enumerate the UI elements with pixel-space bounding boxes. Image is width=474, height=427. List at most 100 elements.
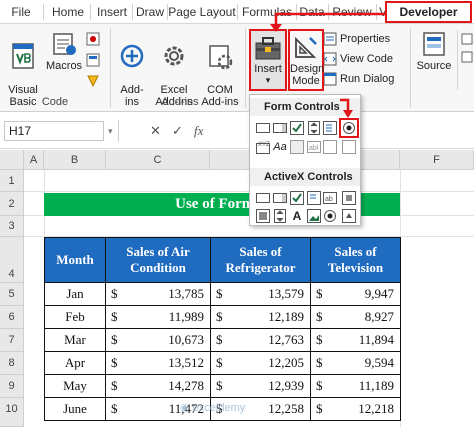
table-cell[interactable]: $10,673 [105,329,211,352]
column-header-c[interactable]: C [106,150,210,170]
table-cell[interactable]: $12,763 [210,329,311,352]
tab-developer[interactable]: Developer [385,1,472,23]
table-cell[interactable]: Jan [44,283,106,306]
row-header-4[interactable]: 4 [0,237,24,283]
sales-value: 8,927 [364,309,394,324]
fx-icon[interactable]: fx [194,123,203,139]
tab-page-layout[interactable]: Page Layout [168,0,236,24]
table-cell[interactable]: Feb [44,306,106,329]
form-spin-button-icon[interactable] [306,120,322,136]
currency-symbol: $ [316,309,323,324]
row-header-10[interactable]: 10 [0,398,24,427]
row-header-5[interactable]: 5 [0,283,24,306]
form-combo-list-icon[interactable] [322,139,338,155]
chevron-down-icon[interactable]: ▾ [108,126,113,137]
currency-symbol: $ [111,355,118,370]
run-dialog-button[interactable]: Run Dialog [323,70,394,88]
tab-file[interactable]: File [4,0,38,24]
enter-icon[interactable]: ✓ [172,123,183,139]
currency-symbol: $ [316,355,323,370]
source-button[interactable]: Source [414,30,454,72]
sales-value: 11,989 [168,309,204,324]
tab-home[interactable]: Home [48,0,88,24]
design-mode-icon [295,36,317,58]
activex-label-icon[interactable]: A [289,208,305,224]
sales-value: 9,947 [364,286,394,301]
form-scroll-bar-icon[interactable] [289,139,305,155]
table-cell[interactable]: $14,278 [105,375,211,398]
form-checkbox-icon[interactable] [289,120,305,136]
row-header-6[interactable]: 6 [0,306,24,329]
column-header-f[interactable]: F [400,150,474,170]
run-dialog-icon [323,72,337,86]
activex-toggle-button-icon[interactable] [255,208,271,224]
table-cell[interactable]: $12,939 [210,375,311,398]
insert-controls-button[interactable]: Insert ▾ [249,29,287,91]
table-cell[interactable]: $13,785 [105,283,211,306]
table-cell[interactable]: Mar [44,329,106,352]
svg-text:ab: ab [325,196,333,203]
sales-value: 11,894 [358,332,394,347]
table-cell[interactable]: $12,189 [210,306,311,329]
activex-checkbox-icon[interactable] [289,190,305,206]
cancel-icon[interactable]: ✕ [150,123,161,139]
form-group-box-icon[interactable]: XYZ [255,139,271,155]
name-box[interactable]: H17 [4,121,104,141]
table-cell[interactable]: $9,947 [310,283,401,306]
currency-symbol: $ [111,286,118,301]
currency-symbol: $ [216,355,223,370]
form-option-button-icon[interactable] [341,120,357,136]
red-arrow-annotation [270,12,386,32]
form-button-icon[interactable] [255,120,271,136]
row-header-9[interactable]: 9 [0,375,24,398]
table-cell[interactable]: $8,927 [310,306,401,329]
table-cell[interactable]: $12,205 [210,352,311,375]
map-properties-icon[interactable] [458,30,474,70]
row-header-2[interactable]: 2 [0,192,24,216]
activex-list-box-icon[interactable] [306,190,322,206]
table-cell[interactable]: $11,989 [105,306,211,329]
form-combo-dropdown-icon[interactable] [341,139,357,155]
form-combo-box-icon[interactable] [272,120,288,136]
form-list-box-icon[interactable] [322,120,338,136]
row-header-1[interactable]: 1 [0,170,24,192]
activex-combo-box-icon[interactable] [272,190,288,206]
design-mode-button[interactable]: Design Mode [288,29,324,91]
activex-image-icon[interactable] [306,208,322,224]
tab-insert[interactable]: Insert [93,0,131,24]
row-header-8[interactable]: 8 [0,352,24,375]
header-sales-television[interactable]: Sales of Television [310,237,401,283]
activex-option-button-icon[interactable] [322,208,338,224]
activex-more-controls-icon[interactable] [341,208,357,224]
table-cell[interactable]: $12,218 [310,398,401,421]
table-cell[interactable]: $9,594 [310,352,401,375]
header-month[interactable]: Month [44,237,106,283]
activex-text-box-icon[interactable]: ab [322,190,338,206]
table-cell[interactable]: June [44,398,106,421]
column-header-b[interactable]: B [44,150,106,170]
activex-command-button-icon[interactable] [255,190,271,206]
record-macro-icon[interactable] [86,32,100,88]
view-code-button[interactable]: View Code [323,50,393,68]
table-cell[interactable]: $11,894 [310,329,401,352]
header-sales-air-condition[interactable]: Sales of Air Condition [105,237,211,283]
activex-scroll-bar-icon[interactable] [341,190,357,206]
table-cell[interactable]: $11,189 [310,375,401,398]
header-sales-refrigerator[interactable]: Sales of Refrigerator [210,237,311,283]
form-text-field-icon[interactable]: abl [306,139,322,155]
table-cell[interactable]: May [44,375,106,398]
column-header-a[interactable]: A [24,150,44,170]
activex-spin-button-icon[interactable] [272,208,288,224]
row-header-3[interactable]: 3 [0,216,24,237]
macros-button[interactable]: Macros [46,30,82,72]
table-cell[interactable]: $13,512 [105,352,211,375]
table-cell[interactable]: $13,579 [210,283,311,306]
table-cell[interactable]: Apr [44,352,106,375]
form-label-icon[interactable]: Aa [272,139,288,155]
row-header-7[interactable]: 7 [0,329,24,352]
code-group-label: Code [41,96,69,108]
sales-value: 12,763 [268,332,304,347]
tab-draw[interactable]: Draw [133,0,167,24]
select-all-corner[interactable] [0,150,24,170]
currency-symbol: $ [316,401,323,416]
